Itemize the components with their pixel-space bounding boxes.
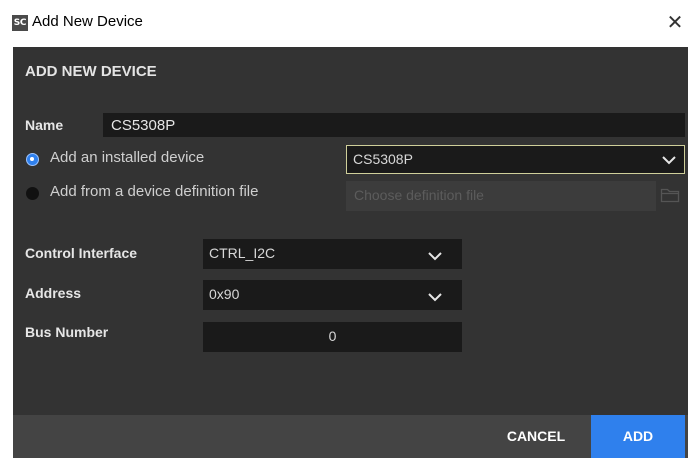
app-icon: SC xyxy=(12,15,28,31)
address-select[interactable]: 0x90 xyxy=(203,280,462,310)
chevron-down-icon xyxy=(428,252,442,261)
installed-device-radio[interactable] xyxy=(26,153,39,166)
installed-device-select-value: CS5308P xyxy=(353,151,413,167)
control-interface-value: CTRL_I2C xyxy=(209,245,276,261)
title-bar: SC Add New Device ✕ xyxy=(0,0,688,47)
bus-number-field[interactable]: 0 xyxy=(203,322,462,352)
window-title: Add New Device xyxy=(32,13,143,30)
definition-file-label[interactable]: Add from a device definition file xyxy=(50,183,258,200)
definition-file-input[interactable]: Choose definition file xyxy=(346,181,656,211)
control-interface-select[interactable]: CTRL_I2C xyxy=(203,239,462,269)
name-field[interactable]: CS5308P xyxy=(103,113,685,137)
installed-device-select[interactable]: CS5308P xyxy=(346,145,685,174)
installed-device-label[interactable]: Add an installed device xyxy=(50,149,204,166)
add-device-dialog: ADD NEW DEVICE Name CS5308P Add an insta… xyxy=(13,47,688,458)
control-interface-label: Control Interface xyxy=(25,245,138,261)
name-label: Name xyxy=(25,117,64,133)
folder-icon[interactable] xyxy=(660,187,680,203)
bus-number-label: Bus Number xyxy=(25,324,109,340)
address-value: 0x90 xyxy=(209,286,240,302)
dialog-header: ADD NEW DEVICE xyxy=(25,63,157,80)
add-button[interactable]: ADD xyxy=(591,415,685,458)
close-button[interactable]: ✕ xyxy=(664,11,686,33)
chevron-down-icon xyxy=(662,156,676,165)
chevron-down-icon xyxy=(428,293,442,302)
dialog-footer: CANCEL ADD xyxy=(13,415,688,458)
address-label: Address xyxy=(25,285,82,301)
cancel-button[interactable]: CANCEL xyxy=(488,415,584,458)
definition-file-radio[interactable] xyxy=(26,187,39,200)
